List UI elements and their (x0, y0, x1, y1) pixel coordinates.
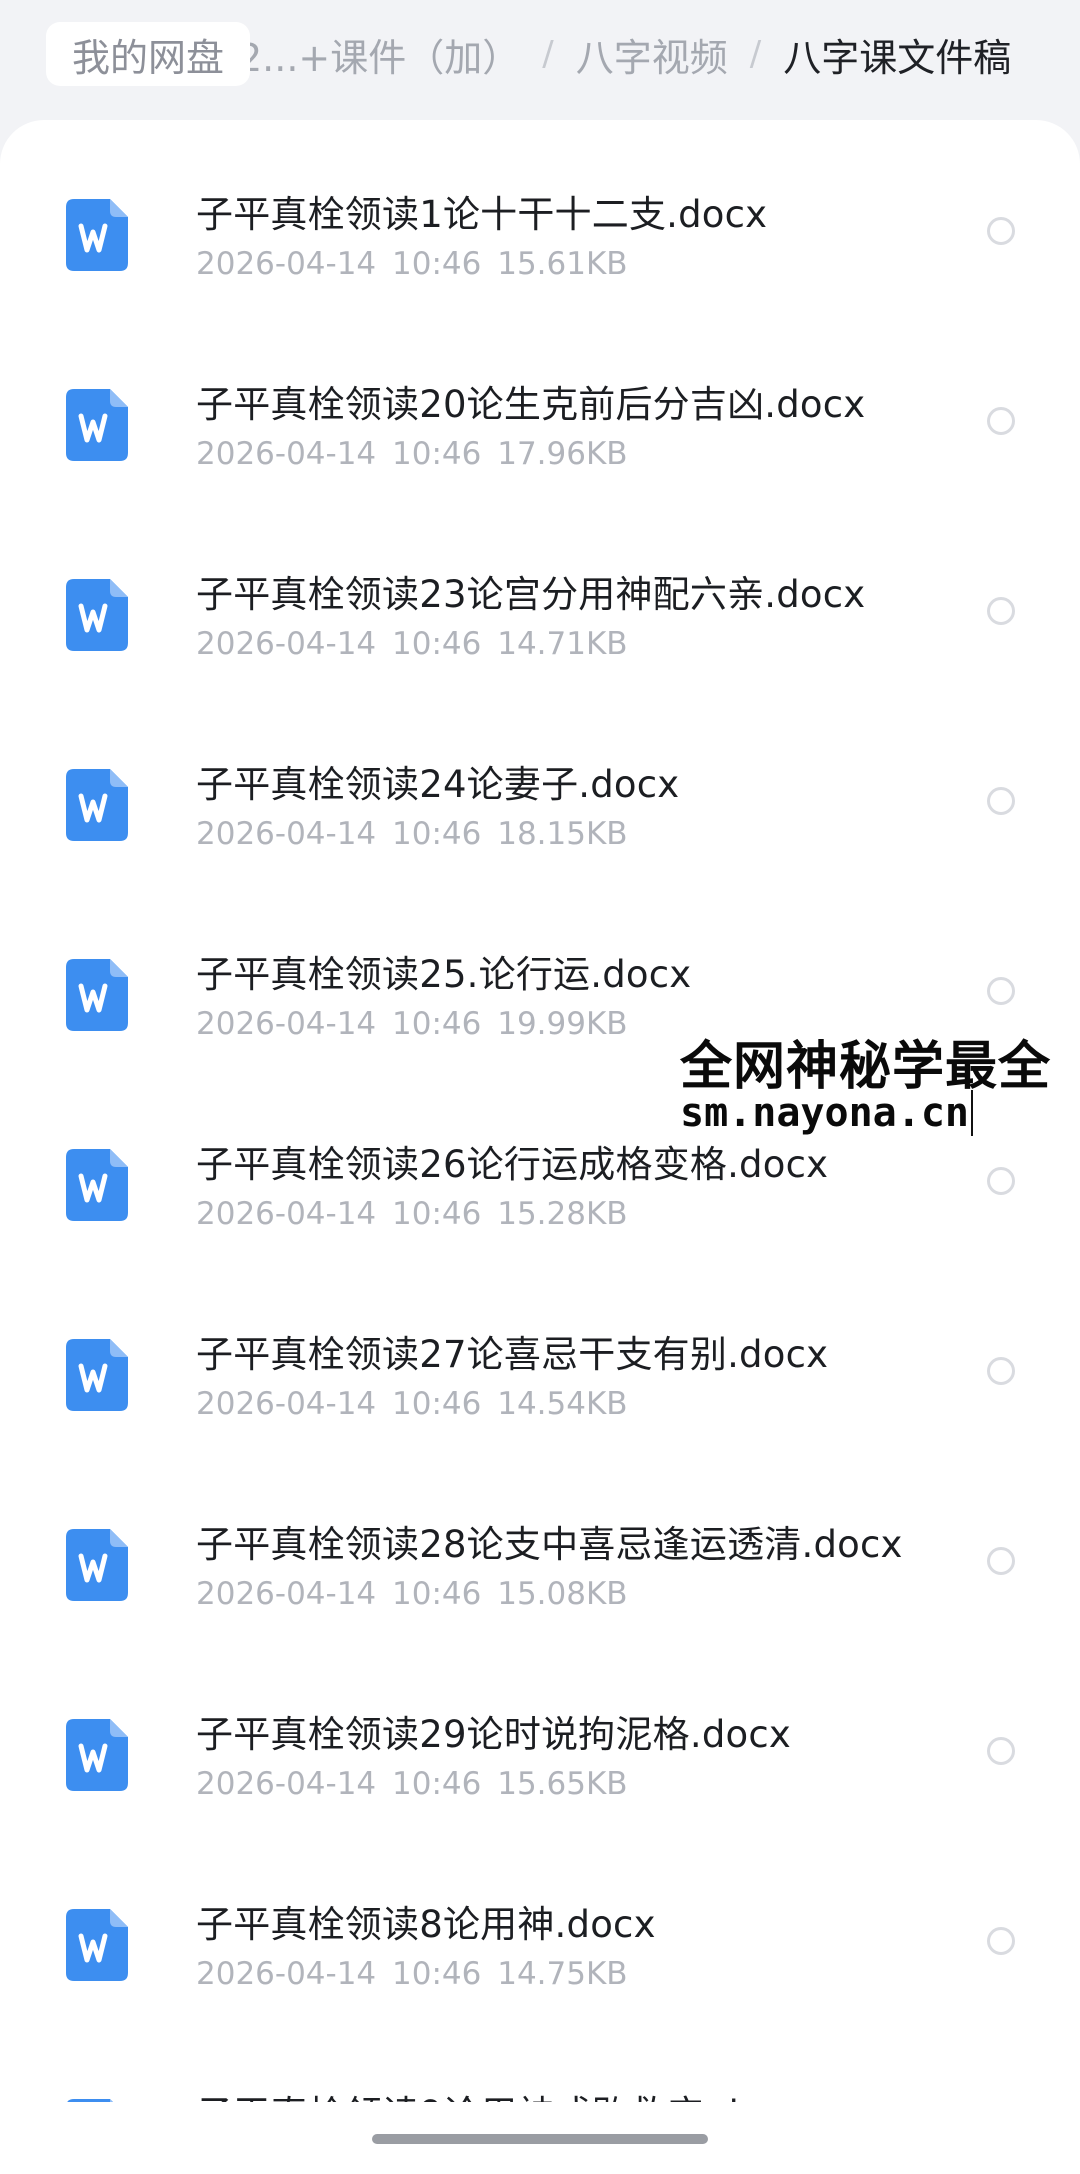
file-date: 2026-04-14 (196, 1956, 377, 1992)
file-date: 2026-04-14 (196, 816, 377, 852)
select-circle-icon[interactable] (987, 977, 1015, 1005)
file-size: 15.08KB (497, 1576, 628, 1612)
file-date: 2026-04-14 (196, 246, 377, 282)
file-date: 2026-04-14 (196, 1196, 377, 1232)
breadcrumb-level2[interactable]: 八字视频 (576, 27, 728, 82)
file-meta: 2026-04-14 10:46 15.65KB (196, 1766, 628, 1802)
file-time: 10:46 (392, 1956, 482, 1992)
select-circle-icon[interactable] (987, 1927, 1015, 1955)
breadcrumb-separator: / (749, 34, 762, 74)
file-date: 2026-04-14 (196, 1006, 377, 1042)
file-time: 10:46 (392, 436, 482, 472)
file-row[interactable]: 子平真栓领读28论支中喜忌逢运透清.docx 2026-04-14 10:46 … (0, 1450, 1080, 1640)
file-name: 子平真栓领读27论喜忌干支有别.docx (196, 1333, 829, 1376)
file-row[interactable]: 子平真栓领读1论十干十二支.docx 2026-04-14 10:46 15.6… (0, 120, 1080, 310)
breadcrumb-level1[interactable]: 2...+课件（加） (238, 27, 520, 82)
file-size: 14.54KB (497, 1386, 628, 1422)
file-date: 2026-04-14 (196, 1576, 377, 1612)
file-name: 子平真栓领读8论用神.docx (196, 1903, 656, 1946)
file-name: 子平真栓领读20论生克前后分吉凶.docx (196, 383, 866, 426)
file-size: 15.61KB (497, 246, 628, 282)
file-name: 子平真栓领读29论时说拘泥格.docx (196, 1713, 792, 1756)
file-date: 2026-04-14 (196, 1386, 377, 1422)
file-meta: 2026-04-14 10:46 15.08KB (196, 1576, 628, 1612)
file-size: 14.71KB (497, 626, 628, 662)
word-doc-icon (66, 199, 128, 271)
home-indicator[interactable] (372, 2134, 708, 2144)
file-row[interactable]: 子平真栓领读8论用神.docx 2026-04-14 10:46 14.75KB (0, 1830, 1080, 2020)
file-meta: 2026-04-14 10:46 17.96KB (196, 436, 628, 472)
file-row[interactable]: 子平真栓领读20论生克前后分吉凶.docx 2026-04-14 10:46 1… (0, 310, 1080, 500)
file-date: 2026-04-14 (196, 1766, 377, 1802)
file-time: 10:46 (392, 246, 482, 282)
word-doc-icon (66, 1339, 128, 1411)
file-meta: 2026-04-14 10:46 14.71KB (196, 626, 628, 662)
word-doc-icon (66, 769, 128, 841)
word-doc-icon (66, 1719, 128, 1791)
breadcrumb-home[interactable]: 我的网盘 (46, 22, 251, 86)
file-list-screen: 2...+课件（加） / 八字视频 / 八字课文件稿 我的网盘 子平真栓领读1论… (0, 0, 1080, 2174)
file-meta: 2026-04-14 10:46 19.99KB (196, 1006, 628, 1042)
file-meta: 2026-04-14 10:46 18.15KB (196, 816, 628, 852)
file-meta: 2026-04-14 10:46 14.75KB (196, 1956, 628, 1992)
file-list: 子平真栓领读1论十干十二支.docx 2026-04-14 10:46 15.6… (0, 120, 1080, 2174)
file-name: 子平真栓领读23论宫分用神配六亲.docx (196, 573, 866, 616)
file-name: 子平真栓领读1论十干十二支.docx (196, 193, 768, 236)
file-name: 子平真栓领读28论支中喜忌逢运透清.docx (196, 1523, 903, 1566)
select-circle-icon[interactable] (987, 1357, 1015, 1385)
word-doc-icon (66, 579, 128, 651)
file-size: 19.99KB (497, 1006, 628, 1042)
file-size: 14.75KB (497, 1956, 628, 1992)
file-time: 10:46 (392, 1386, 482, 1422)
file-time: 10:46 (392, 1766, 482, 1802)
file-name: 子平真栓领读25.论行运.docx (196, 953, 692, 996)
file-row[interactable]: 子平真栓领读23论宫分用神配六亲.docx 2026-04-14 10:46 1… (0, 500, 1080, 690)
file-row[interactable]: 子平真栓领读24论妻子.docx 2026-04-14 10:46 18.15K… (0, 690, 1080, 880)
file-date: 2026-04-14 (196, 626, 377, 662)
select-circle-icon[interactable] (987, 407, 1015, 435)
word-doc-icon (66, 1909, 128, 1981)
file-size: 15.65KB (497, 1766, 628, 1802)
breadcrumb-current: 八字课文件稿 (783, 35, 1012, 80)
word-doc-icon (66, 389, 128, 461)
breadcrumb-trail: 2...+课件（加） / 八字视频 / 八字课文件稿 (238, 22, 1011, 86)
file-time: 10:46 (392, 1576, 482, 1612)
file-size: 15.28KB (497, 1196, 628, 1232)
select-circle-icon[interactable] (987, 1737, 1015, 1765)
watermark-title: 全网神秘学最全 (680, 1037, 1052, 1097)
file-time: 10:46 (392, 1006, 482, 1042)
file-name: 子平真栓领读24论妻子.docx (196, 763, 680, 806)
file-row[interactable]: 子平真栓领读27论喜忌干支有别.docx 2026-04-14 10:46 14… (0, 1260, 1080, 1450)
select-circle-icon[interactable] (987, 217, 1015, 245)
select-circle-icon[interactable] (987, 1547, 1015, 1575)
select-circle-icon[interactable] (987, 1167, 1015, 1195)
word-doc-icon (66, 1149, 128, 1221)
breadcrumb-separator: / (542, 34, 554, 74)
file-meta: 2026-04-14 10:46 14.54KB (196, 1386, 628, 1422)
select-circle-icon[interactable] (987, 787, 1015, 815)
word-doc-icon (66, 959, 128, 1031)
breadcrumb: 2...+课件（加） / 八字视频 / 八字课文件稿 我的网盘 (0, 0, 1080, 120)
watermark-url: sm.nayona.cn (680, 1090, 973, 1136)
file-date: 2026-04-14 (196, 436, 377, 472)
file-size: 18.15KB (497, 816, 628, 852)
file-time: 10:46 (392, 816, 482, 852)
watermark: 全网神秘学最全 sm.nayona.cn (672, 1022, 1080, 1144)
word-doc-icon (66, 1529, 128, 1601)
file-time: 10:46 (392, 1196, 482, 1232)
select-circle-icon[interactable] (987, 597, 1015, 625)
file-time: 10:46 (392, 626, 482, 662)
file-meta: 2026-04-14 10:46 15.61KB (196, 246, 628, 282)
file-meta: 2026-04-14 10:46 15.28KB (196, 1196, 628, 1232)
file-size: 17.96KB (497, 436, 628, 472)
file-row[interactable]: 子平真栓领读29论时说拘泥格.docx 2026-04-14 10:46 15.… (0, 1640, 1080, 1830)
